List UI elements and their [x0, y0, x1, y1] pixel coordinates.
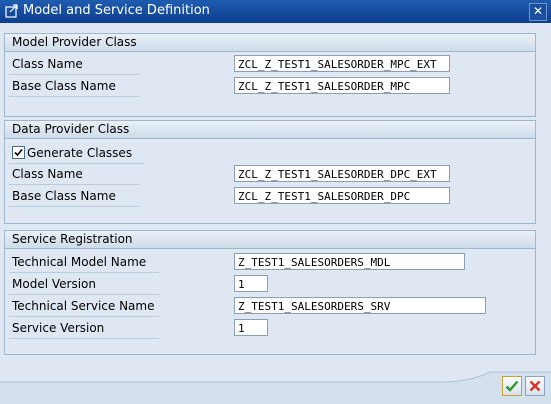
dpc-base-class-field[interactable]: ZCL_Z_TEST1_SALESORDER_DPC — [234, 187, 450, 204]
model-provider-group: Model Provider Class Class Name ZCL_Z_TE… — [4, 33, 536, 117]
close-button[interactable]: ✕ — [529, 3, 547, 21]
model-version-label: Model Version — [12, 277, 96, 291]
button-bar — [0, 368, 551, 404]
service-registration-group: Service Registration Technical Model Nam… — [4, 230, 536, 355]
label-underline — [9, 74, 139, 75]
dialog-window: Model and Service Definition ✕ Model Pro… — [0, 0, 551, 404]
service-version-label: Service Version — [12, 321, 105, 335]
window-icon — [5, 4, 19, 18]
class-name-label: Class Name — [12, 167, 83, 181]
cancel-button[interactable] — [525, 376, 545, 396]
confirm-button[interactable] — [502, 376, 522, 396]
checkmark-icon — [14, 148, 23, 157]
cancel-x-icon — [529, 380, 541, 392]
label-underline — [9, 338, 159, 339]
mpc-base-class-row: Base Class Name ZCL_Z_TEST1_SALESORDER_M… — [5, 76, 535, 97]
group-header: Data Provider Class — [5, 121, 535, 139]
class-name-label: Class Name — [12, 57, 83, 71]
model-version-field[interactable]: 1 — [234, 275, 268, 292]
label-underline — [9, 206, 139, 207]
label-underline — [9, 272, 159, 273]
base-class-name-label: Base Class Name — [12, 79, 116, 93]
mpc-class-name-field[interactable]: ZCL_Z_TEST1_SALESORDER_MPC_EXT — [234, 55, 450, 72]
tech-model-row: Technical Model Name Z_TEST1_SALESORDERS… — [5, 252, 535, 273]
dpc-base-class-row: Base Class Name ZCL_Z_TEST1_SALESORDER_D… — [5, 186, 535, 207]
tech-service-row: Technical Service Name Z_TEST1_SALESORDE… — [5, 296, 535, 317]
label-underline — [9, 316, 159, 317]
data-provider-group: Data Provider Class Generate Classes Cla… — [4, 120, 536, 224]
label-underline — [9, 184, 139, 185]
title-bar: Model and Service Definition ✕ — [0, 0, 551, 23]
footer-curve — [0, 371, 551, 404]
group-header: Service Registration — [5, 231, 535, 249]
dpc-class-row: Class Name ZCL_Z_TEST1_SALESORDER_DPC_EX… — [5, 164, 535, 185]
dpc-class-name-field[interactable]: ZCL_Z_TEST1_SALESORDER_DPC_EXT — [234, 165, 450, 182]
generate-classes-row: Generate Classes — [5, 143, 535, 164]
technical-service-name-label: Technical Service Name — [12, 299, 155, 313]
checkmark-icon — [505, 380, 519, 392]
label-underline — [9, 96, 139, 97]
mpc-base-class-field[interactable]: ZCL_Z_TEST1_SALESORDER_MPC — [234, 77, 450, 94]
mpc-class-row: Class Name ZCL_Z_TEST1_SALESORDER_MPC_EX… — [5, 54, 535, 75]
window-title: Model and Service Definition — [23, 3, 210, 18]
service-version-field[interactable]: 1 — [234, 319, 268, 336]
generate-classes-checkbox[interactable] — [12, 146, 25, 159]
base-class-name-label: Base Class Name — [12, 189, 116, 203]
technical-model-name-label: Technical Model Name — [12, 255, 147, 269]
label-underline — [9, 294, 159, 295]
service-version-row: Service Version 1 — [5, 318, 535, 339]
technical-service-name-field[interactable]: Z_TEST1_SALESORDERS_SRV — [234, 297, 486, 314]
technical-model-name-field[interactable]: Z_TEST1_SALESORDERS_MDL — [234, 253, 465, 270]
generate-classes-label: Generate Classes — [27, 146, 133, 160]
model-version-row: Model Version 1 — [5, 274, 535, 295]
group-header: Model Provider Class — [5, 34, 535, 52]
